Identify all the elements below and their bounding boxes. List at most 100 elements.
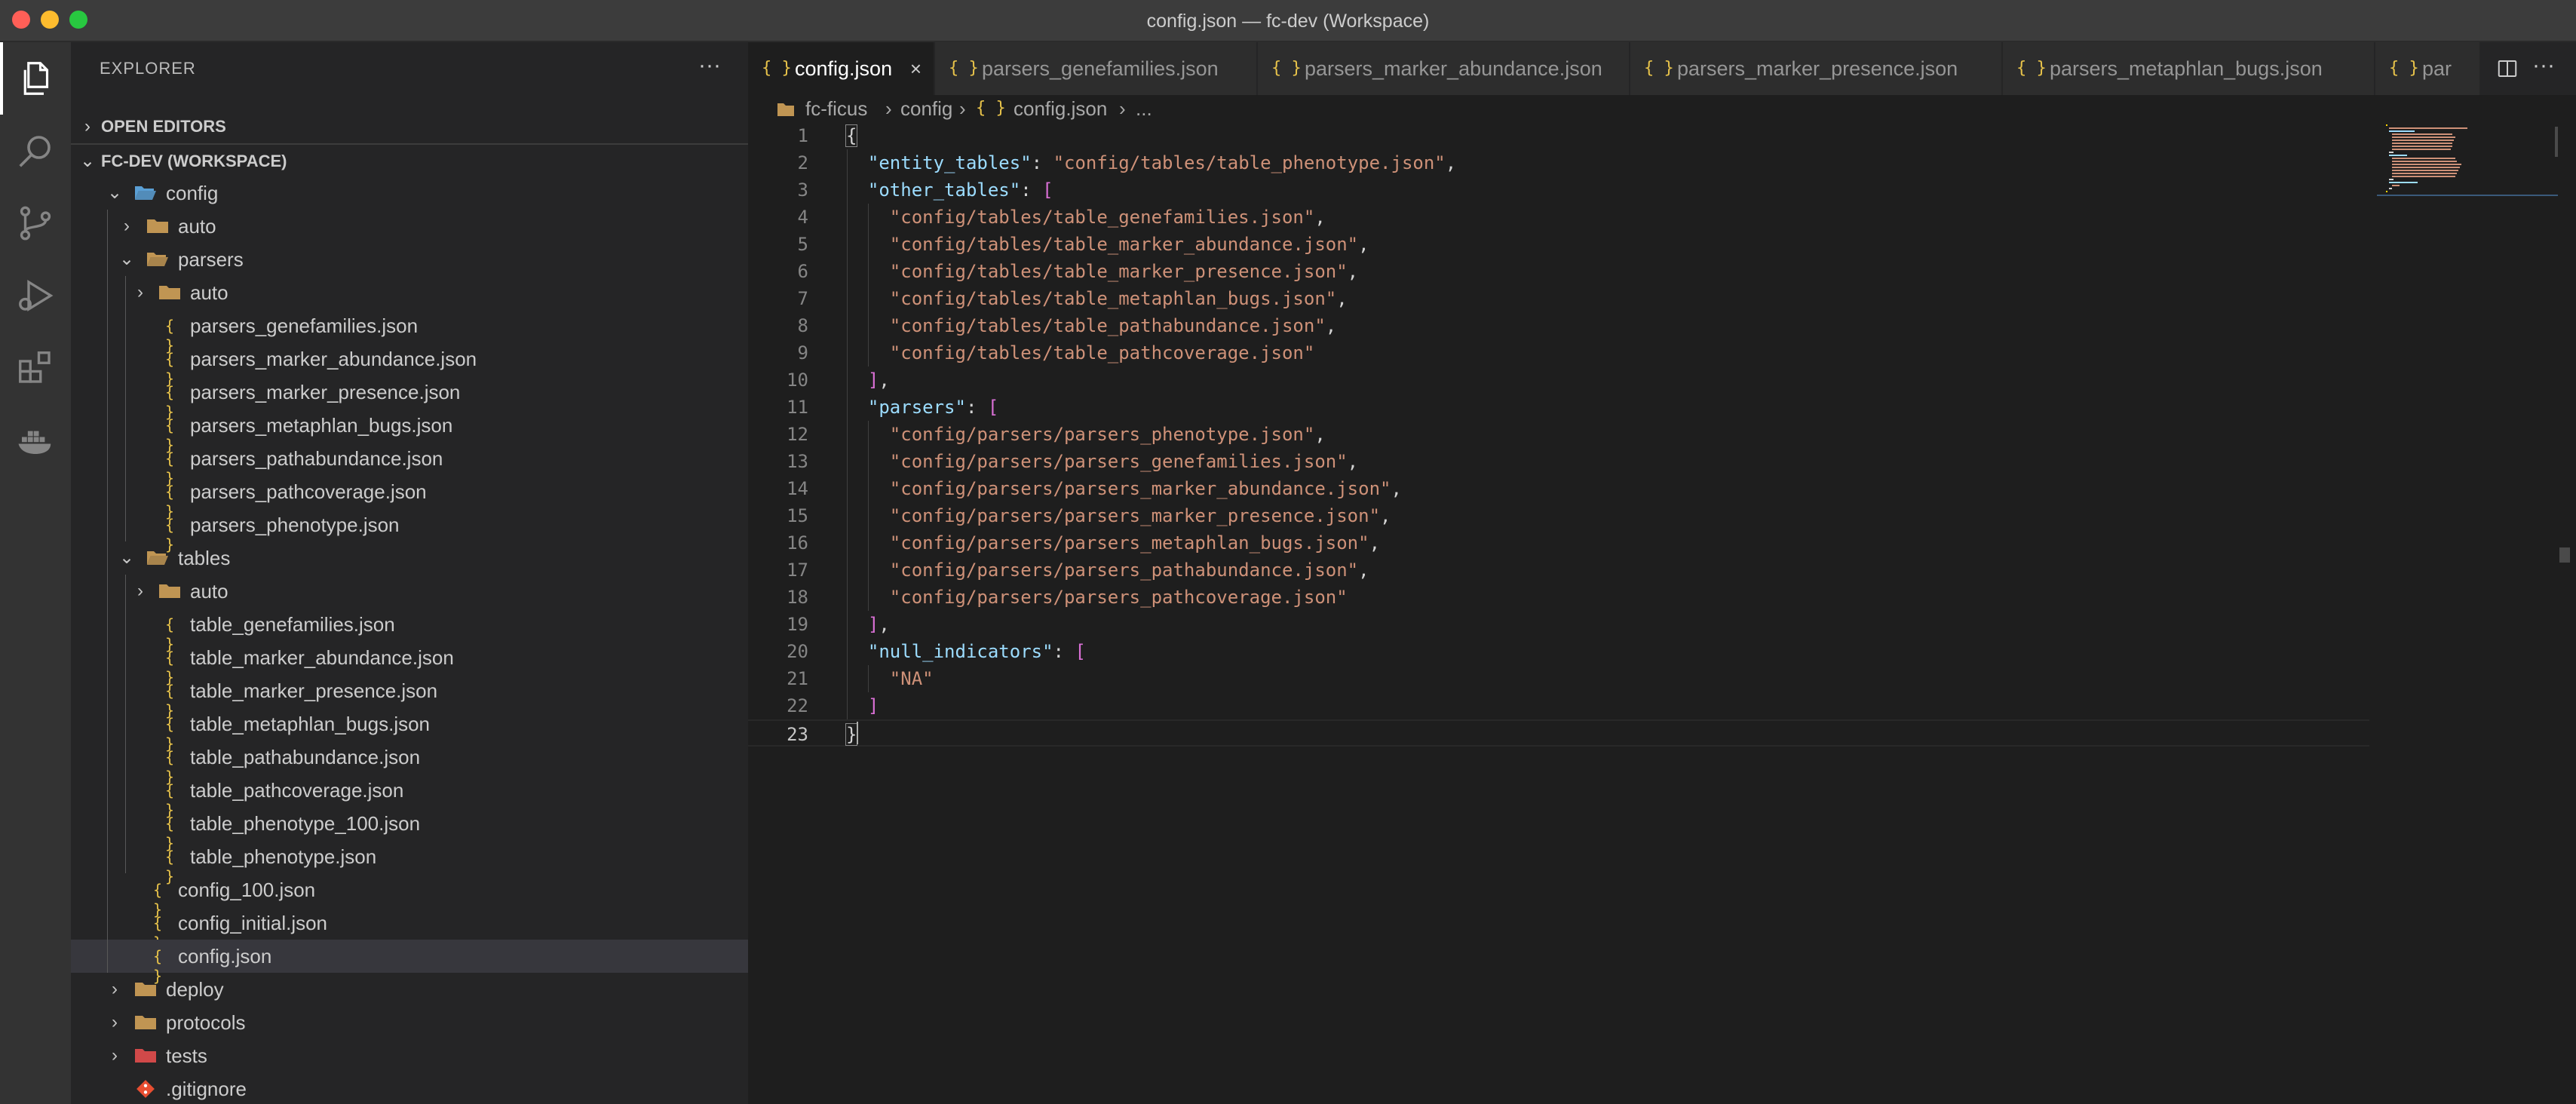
tree-file[interactable]: { } table_pathcoverage.json <box>71 774 748 819</box>
indent-guide <box>107 741 108 774</box>
more-actions-icon[interactable]: ··· <box>698 53 721 78</box>
breadcrumb-root[interactable]: fc-ficus <box>805 95 867 122</box>
code-line[interactable]: 10 ], <box>748 366 2369 394</box>
vertical-scrollbar[interactable] <box>2555 127 2558 157</box>
tree-item-label: protocols <box>166 1011 246 1034</box>
tree-file[interactable]: { } parsers_pathcoverage.json <box>71 475 748 520</box>
code-text: "config/tables/table_pathabundance.json"… <box>889 315 1337 336</box>
line-number: 5 <box>797 234 808 255</box>
code-line[interactable]: 2 "entity_tables": "config/tables/table_… <box>748 149 2369 176</box>
tree-item-label: auto <box>178 215 216 238</box>
workspace-section[interactable]: ⌄ FC-DEV (WORKSPACE) <box>71 143 748 176</box>
json-file-icon: { } <box>2389 59 2419 78</box>
code-line[interactable]: 23} <box>748 719 2369 747</box>
tree-file[interactable]: { } config_100.json <box>71 873 748 918</box>
code-line[interactable]: 15 "config/parsers/parsers_marker_presen… <box>748 502 2369 529</box>
tab-file[interactable]: { } parsers_marker_presence.json <box>1630 42 2003 95</box>
code-line[interactable]: 9 "config/tables/table_pathcoverage.json… <box>748 339 2369 366</box>
code-line[interactable]: 13 "config/parsers/parsers_genefamilies.… <box>748 448 2369 475</box>
code-line[interactable]: 8 "config/tables/table_pathabundance.jso… <box>748 312 2369 339</box>
tree-file[interactable]: { } table_pathabundance.json <box>71 741 748 786</box>
tree-file[interactable]: { } parsers_marker_presence.json <box>71 376 748 421</box>
code-line[interactable]: 12 "config/parsers/parsers_phenotype.jso… <box>748 421 2369 448</box>
code-line[interactable]: 11 "parsers": [ <box>748 394 2369 421</box>
code-line[interactable]: 4 "config/tables/table_genefamilies.json… <box>748 204 2369 231</box>
tree-folder[interactable]: ⌄ config <box>71 176 748 210</box>
tree-folder[interactable]: › deploy <box>71 973 748 1006</box>
code-line[interactable]: 7 "config/tables/table_metaphlan_bugs.js… <box>748 285 2369 312</box>
code-line[interactable]: 20 "null_indicators": [ <box>748 638 2369 665</box>
title-bar: config.json — fc-dev (Workspace) <box>0 0 2576 42</box>
indent-guide <box>125 741 126 774</box>
tab-file[interactable]: { } parsers_marker_abundance.json <box>1258 42 1630 95</box>
close-icon[interactable]: × <box>910 42 922 95</box>
extensions-icon[interactable] <box>0 332 71 404</box>
tree-folder[interactable]: › auto <box>71 276 748 309</box>
tree-file[interactable]: { } table_genefamilies.json <box>71 608 748 653</box>
tree-file[interactable]: { } config.json <box>71 940 748 985</box>
code-line[interactable]: 22 ] <box>748 692 2369 719</box>
tree-folder[interactable]: › tests <box>71 1039 748 1072</box>
tree-file[interactable]: { } config_initial.json <box>71 906 748 952</box>
tree-item-label: parsers_pathcoverage.json <box>190 480 427 503</box>
json-file-icon: { } <box>762 59 792 78</box>
source-control-icon[interactable] <box>0 187 71 259</box>
tree-file[interactable]: .gitignore <box>71 1072 748 1104</box>
code-line[interactable]: 21 "NA" <box>748 665 2369 692</box>
json-file-icon: { } <box>164 748 175 786</box>
test-folder-icon <box>135 1049 156 1063</box>
tree-file[interactable]: { } table_metaphlan_bugs.json <box>71 707 748 753</box>
explorer-icon[interactable] <box>0 42 71 115</box>
run-debug-icon[interactable] <box>0 259 71 332</box>
tree-file[interactable]: { } parsers_metaphlan_bugs.json <box>71 409 748 454</box>
tree-folder[interactable]: › protocols <box>71 1006 748 1039</box>
breadcrumb-folder[interactable]: config <box>900 95 952 122</box>
tree-file[interactable]: { } table_phenotype_100.json <box>71 807 748 852</box>
tree-folder[interactable]: ⌄ tables <box>71 541 748 575</box>
code-line[interactable]: 1{ <box>748 122 2369 149</box>
tree-folder[interactable]: ⌄ parsers <box>71 243 748 276</box>
code-line[interactable]: 6 "config/tables/table_marker_presence.j… <box>748 258 2369 285</box>
breadcrumb-file[interactable]: config.json <box>1014 95 1107 122</box>
breadcrumb-symbols[interactable]: ... <box>1136 95 1152 122</box>
tree-item-label: .gitignore <box>166 1078 247 1100</box>
breadcrumb-separator: › <box>959 97 966 120</box>
tree-item-label: table_genefamilies.json <box>190 613 395 636</box>
code-text: ], <box>867 614 890 635</box>
json-file-icon: { } <box>164 317 175 354</box>
json-file-icon: { } <box>1644 59 1674 78</box>
split-editor-icon[interactable] <box>2496 57 2519 80</box>
json-file-icon: { } <box>2016 59 2047 78</box>
code-line[interactable]: 17 "config/parsers/parsers_pathabundance… <box>748 557 2369 584</box>
code-line[interactable]: 3 "other_tables": [ <box>748 176 2369 204</box>
tree-folder[interactable]: › auto <box>71 575 748 608</box>
tab-file[interactable]: { } parsers_genefamilies.json <box>935 42 1258 95</box>
code-line[interactable]: 18 "config/parsers/parsers_pathcoverage.… <box>748 584 2369 611</box>
minimap[interactable] <box>2377 122 2558 198</box>
tree-item-label: parsers_pathabundance.json <box>190 447 443 470</box>
tree-file[interactable]: { } parsers_phenotype.json <box>71 508 748 554</box>
tab-config-json[interactable]: { } config.json × <box>748 42 935 95</box>
code-line[interactable]: 5 "config/tables/table_marker_abundance.… <box>748 231 2369 258</box>
indent-guide <box>125 342 126 376</box>
tree-file[interactable]: { } table_marker_abundance.json <box>71 641 748 686</box>
search-icon[interactable] <box>0 115 71 187</box>
tree-file[interactable]: { } parsers_genefamilies.json <box>71 309 748 354</box>
code-line[interactable]: 14 "config/parsers/parsers_marker_abunda… <box>748 475 2369 502</box>
tab-file[interactable]: { } parsers_metaphlan_bugs.json <box>2003 42 2375 95</box>
indent-guide <box>107 873 108 906</box>
tree-file[interactable]: { } parsers_marker_abundance.json <box>71 342 748 388</box>
code-line[interactable]: 16 "config/parsers/parsers_metaphlan_bug… <box>748 529 2369 557</box>
docker-icon[interactable] <box>0 404 71 477</box>
open-editors-section[interactable]: › OPEN EDITORS <box>71 110 748 143</box>
indent-guide <box>107 707 108 741</box>
tree-file[interactable]: { } parsers_pathabundance.json <box>71 442 748 487</box>
tab-file[interactable]: { } par <box>2375 42 2481 95</box>
code-text: ], <box>867 370 890 391</box>
code-line[interactable]: 19 ], <box>748 611 2369 638</box>
editor-more-icon[interactable]: ··· <box>2532 53 2555 78</box>
code-text: } <box>845 723 858 746</box>
tree-folder[interactable]: › auto <box>71 210 748 243</box>
tree-file[interactable]: { } table_phenotype.json <box>71 840 748 885</box>
tree-file[interactable]: { } table_marker_presence.json <box>71 674 748 719</box>
